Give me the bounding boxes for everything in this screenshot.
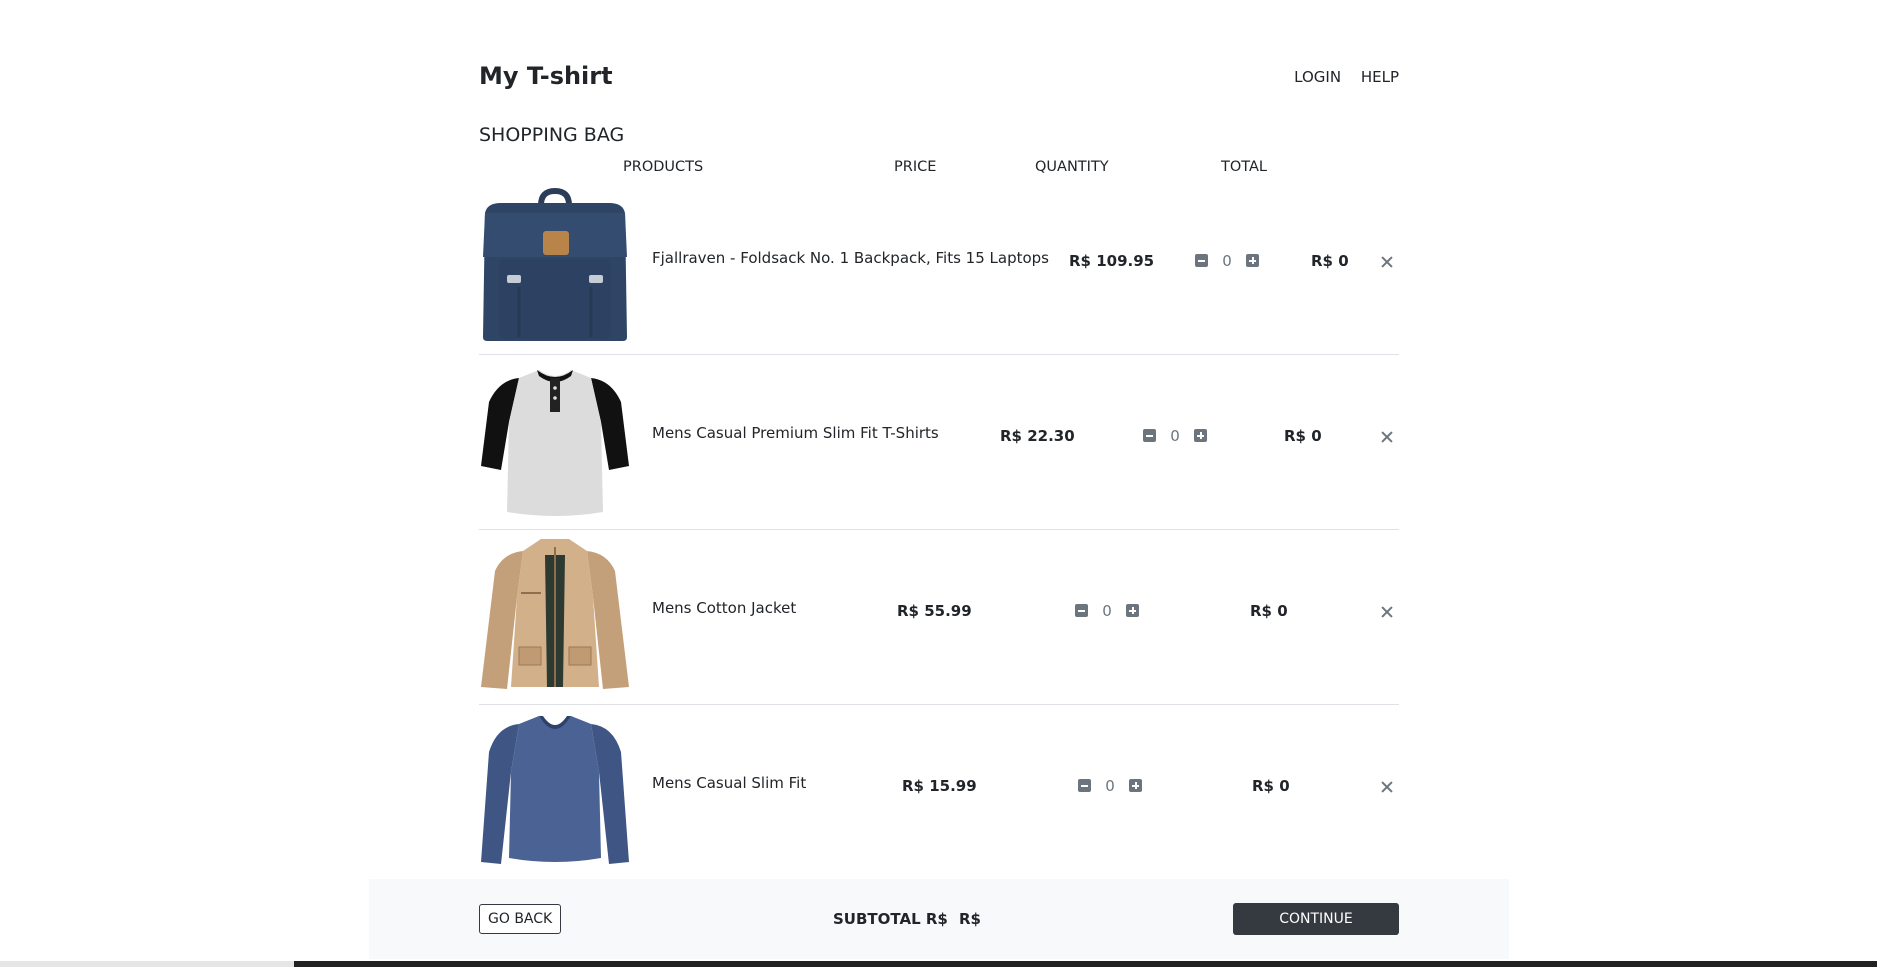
subtotal-label: SUBTOTAL R$ [833, 910, 948, 928]
item-total: R$ 0 [1311, 252, 1349, 270]
quantity-stepper: 0 [1195, 251, 1259, 271]
cart-row: Fjallraven - Foldsack No. 1 Backpack, Fi… [479, 179, 1399, 355]
product-price: R$ 109.95 [1069, 252, 1155, 270]
quantity-stepper: 0 [1075, 601, 1139, 621]
product-name[interactable]: Mens Casual Premium Slim Fit T-Shirts [652, 424, 939, 442]
subtotal-value: R$ [959, 910, 981, 928]
item-total: R$ 0 [1284, 427, 1322, 445]
product-image-raglan-shirt [479, 362, 631, 518]
product-name[interactable]: Fjallraven - Foldsack No. 1 Backpack, Fi… [652, 249, 1049, 267]
column-header-quantity: QUANTITY [1035, 159, 1109, 175]
remove-item-icon[interactable] [1380, 430, 1394, 444]
cart-row: Mens Casual Premium Slim Fit T-Shirts R$… [479, 354, 1399, 530]
checkout-footer: GO BACK SUBTOTAL R$ R$ CONTINUE [369, 879, 1509, 959]
product-price: R$ 55.99 [897, 602, 972, 620]
cart-row: Mens Cotton Jacket R$ 55.99 0 R$ 0 [479, 529, 1399, 705]
product-name[interactable]: Mens Casual Slim Fit [652, 774, 806, 792]
go-back-button[interactable]: GO BACK [479, 904, 562, 934]
decrease-quantity-button[interactable] [1075, 604, 1088, 617]
decrease-quantity-button[interactable] [1143, 429, 1156, 442]
quantity-value: 0 [1170, 426, 1180, 445]
header: My T-shirt LOGIN HELP [479, 60, 1399, 96]
help-link[interactable]: HELP [1361, 68, 1399, 86]
product-image-long-sleeve-shirt [479, 712, 631, 868]
scrollbar-thumb[interactable] [0, 961, 294, 967]
decrease-quantity-button[interactable] [1078, 779, 1091, 792]
continue-button[interactable]: CONTINUE [1233, 903, 1399, 935]
quantity-value: 0 [1105, 776, 1115, 795]
column-header-products: PRODUCTS [623, 159, 704, 175]
remove-item-icon[interactable] [1380, 255, 1394, 269]
column-header-total: TOTAL [1221, 159, 1267, 175]
page-title: SHOPPING BAG [479, 124, 625, 146]
brand-title[interactable]: My T-shirt [479, 62, 613, 90]
cart-row: Mens Casual Slim Fit R$ 15.99 0 R$ 0 [479, 704, 1399, 880]
decrease-quantity-button[interactable] [1195, 254, 1208, 267]
product-price: R$ 15.99 [902, 777, 977, 795]
increase-quantity-button[interactable] [1194, 429, 1207, 442]
column-header-price: PRICE [894, 159, 937, 175]
remove-item-icon[interactable] [1380, 605, 1394, 619]
item-total: R$ 0 [1250, 602, 1288, 620]
quantity-stepper: 0 [1143, 426, 1207, 446]
login-link[interactable]: LOGIN [1294, 68, 1341, 86]
product-image-backpack [479, 187, 631, 343]
increase-quantity-button[interactable] [1126, 604, 1139, 617]
quantity-value: 0 [1102, 601, 1112, 620]
top-nav: LOGIN HELP [1279, 68, 1399, 86]
increase-quantity-button[interactable] [1129, 779, 1142, 792]
quantity-stepper: 0 [1078, 776, 1142, 796]
product-image-jacket [479, 537, 631, 693]
product-price: R$ 22.30 [1000, 427, 1075, 445]
remove-item-icon[interactable] [1380, 780, 1394, 794]
increase-quantity-button[interactable] [1246, 254, 1259, 267]
quantity-value: 0 [1222, 251, 1232, 270]
item-total: R$ 0 [1252, 777, 1290, 795]
horizontal-scrollbar[interactable] [0, 961, 1877, 967]
product-name[interactable]: Mens Cotton Jacket [652, 599, 796, 617]
